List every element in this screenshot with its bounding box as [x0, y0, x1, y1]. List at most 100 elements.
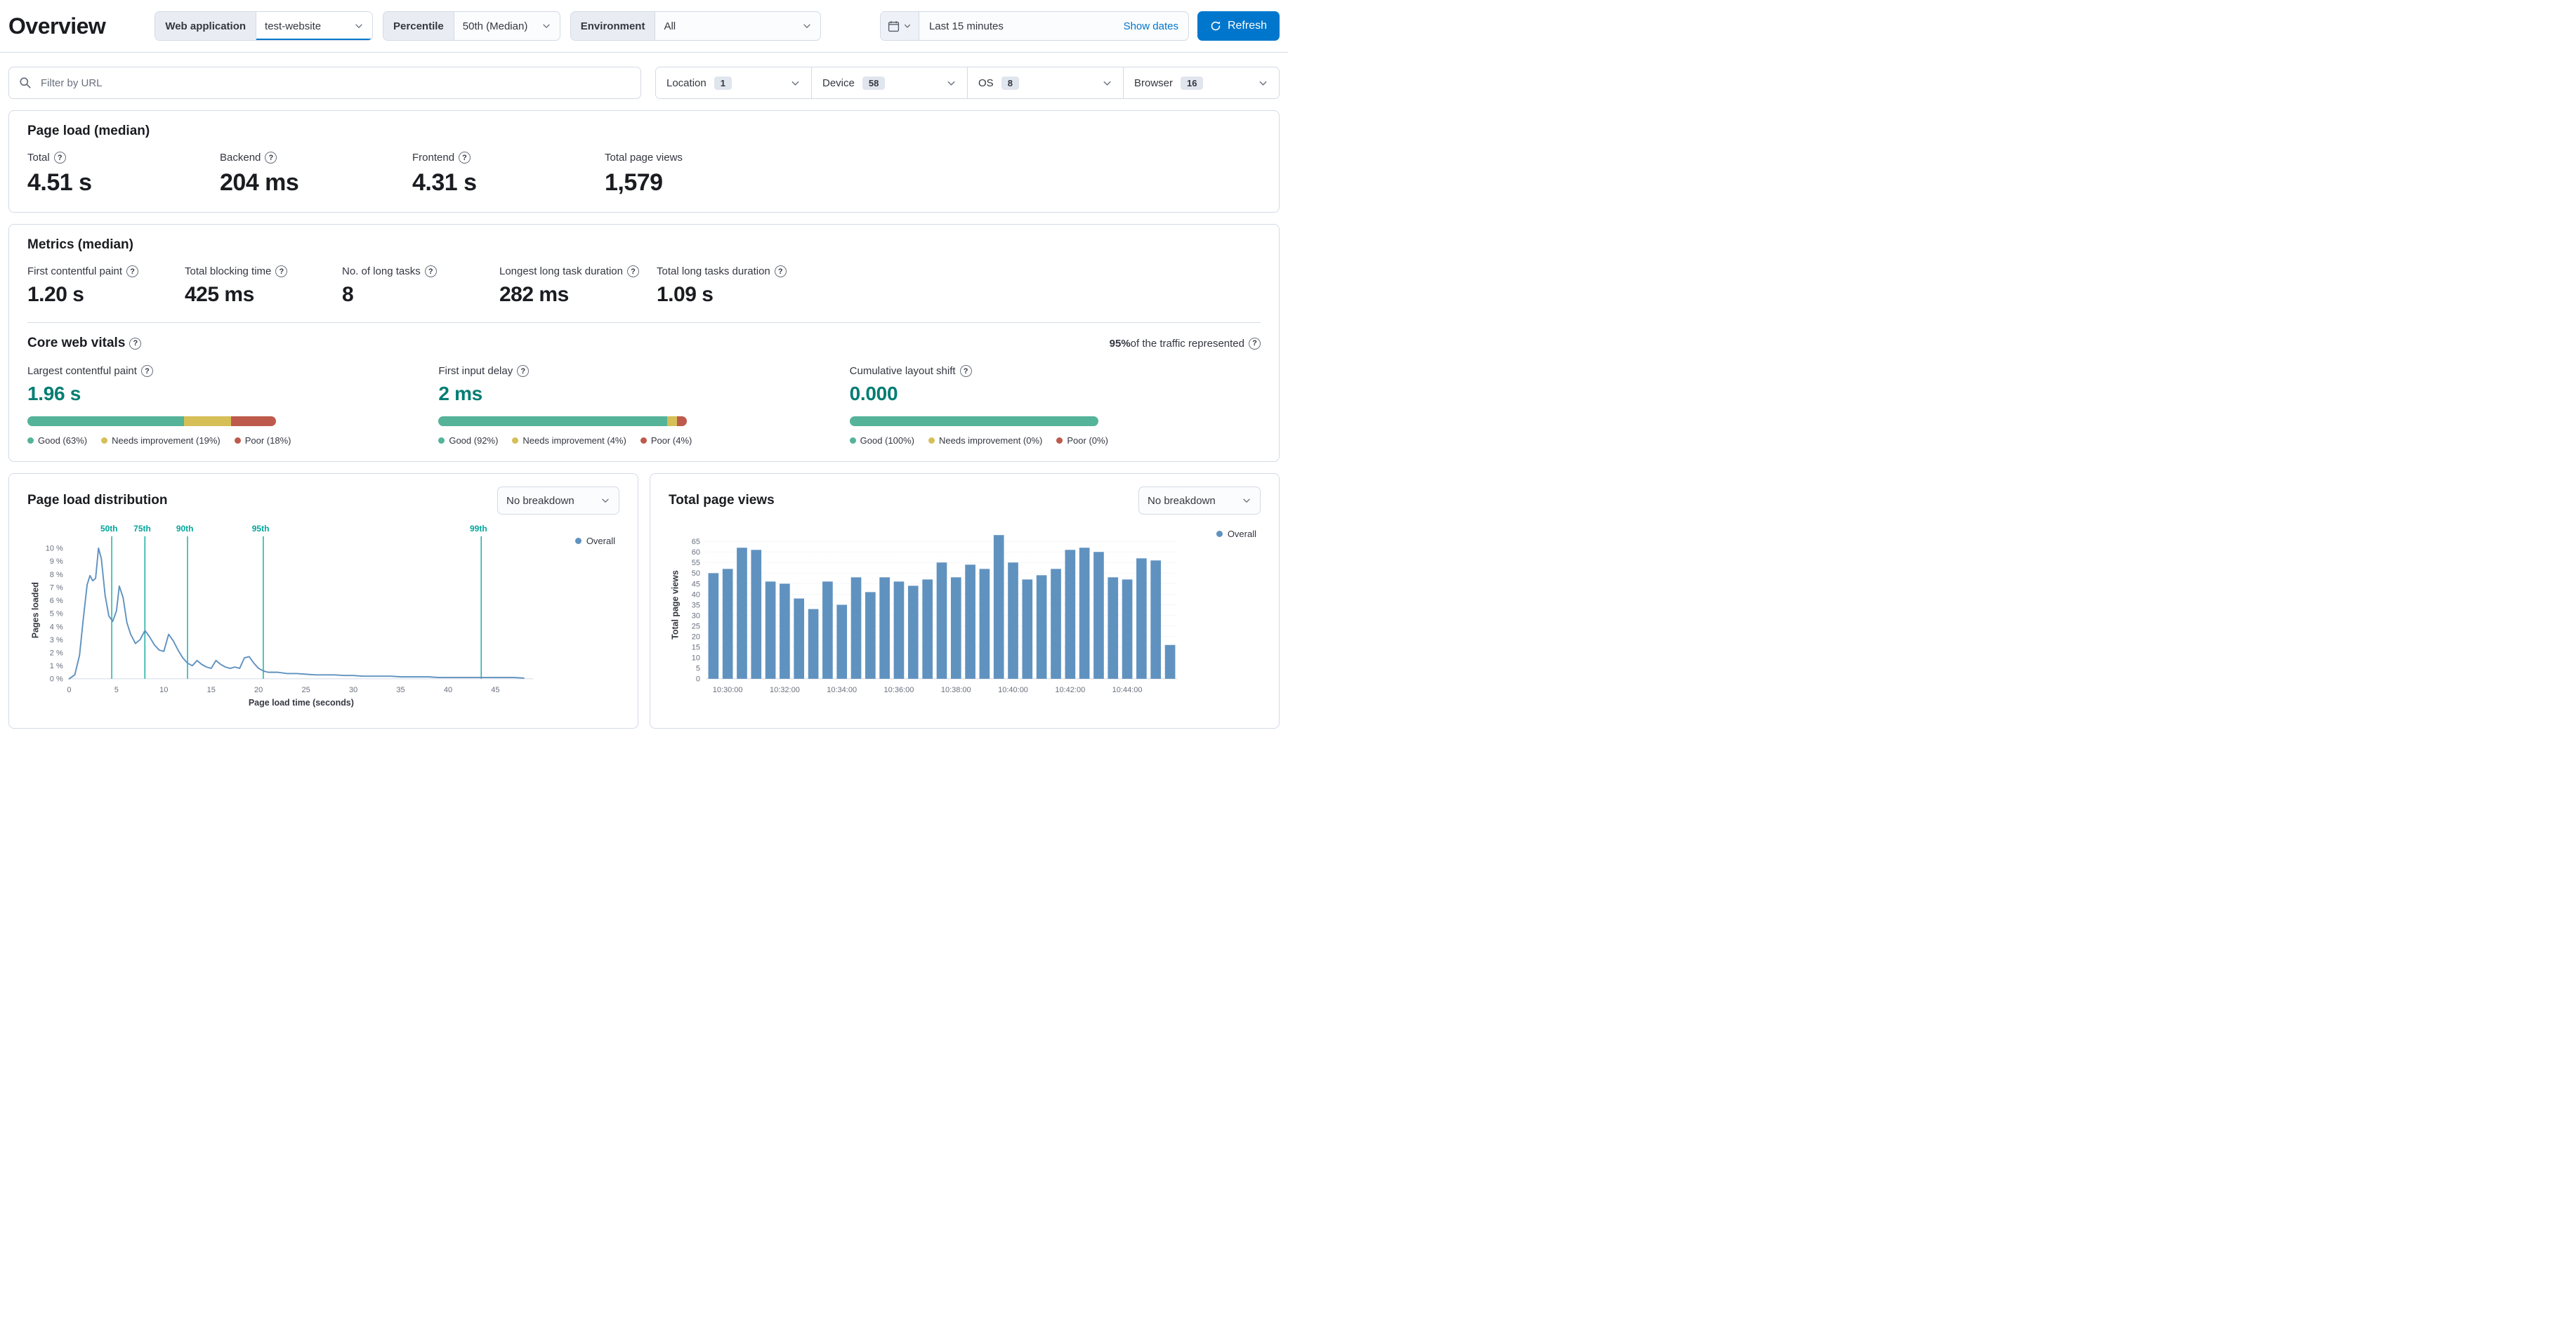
- legend-needs-improvement: Needs improvement (0%): [928, 435, 1042, 446]
- traffic-represented: 95% of the traffic represented: [1110, 337, 1261, 350]
- page-load-panel: Page load (median) Total 4.51 s Backend …: [8, 110, 1280, 213]
- environment-label: Environment: [570, 12, 656, 40]
- breakdown-value-text: No breakdown: [1148, 494, 1216, 507]
- chevron-down-icon: [1242, 496, 1251, 505]
- legend-poor: Poor (4%): [640, 435, 692, 446]
- chevron-down-icon: [946, 78, 957, 88]
- environment-select[interactable]: Environment All: [570, 11, 822, 41]
- info-icon[interactable]: [140, 365, 153, 377]
- url-search-box[interactable]: [8, 67, 641, 99]
- breakdown-select-page-load[interactable]: No breakdown: [497, 487, 619, 515]
- svg-text:5 %: 5 %: [50, 610, 63, 618]
- cwv-cls-bar: [849, 416, 1098, 426]
- info-icon[interactable]: [1249, 337, 1261, 350]
- legend-overall[interactable]: Overall: [1216, 529, 1256, 539]
- os-filter[interactable]: OS 8: [967, 67, 1123, 98]
- info-icon[interactable]: [517, 365, 530, 377]
- good-segment: [438, 416, 667, 426]
- stat-total-page-views-value: 1,579: [605, 169, 663, 196]
- refresh-button[interactable]: Refresh: [1197, 11, 1280, 41]
- info-icon[interactable]: [626, 265, 639, 277]
- device-filter-label: Device: [822, 77, 855, 89]
- stat-longest-task: Longest long task duration 282 ms: [499, 265, 657, 307]
- page-load-distribution-chart: 0 % 1 % 2 % 3 % 4 % 5 % 6 % 7 % 8 % 9 % 10 % 0 5 10 15…: [30, 524, 534, 708]
- overview-page: Overview Web application test-website Pe…: [0, 0, 1288, 746]
- environment-value-text: All: [664, 20, 676, 32]
- chart-head: Page load distribution No breakdown: [27, 487, 619, 515]
- poor-dot-icon: [1056, 437, 1063, 444]
- device-filter[interactable]: Device 58: [811, 67, 967, 98]
- svg-text:6 %: 6 %: [50, 597, 63, 605]
- stat-tbt-value: 425 ms: [185, 283, 254, 306]
- needs-improvement-dot-icon: [512, 437, 519, 444]
- browser-count-badge: 16: [1181, 76, 1204, 90]
- calendar-icon: [888, 20, 900, 32]
- chart-title: Page load distribution: [27, 493, 168, 508]
- chevron-down-icon: [1102, 78, 1112, 88]
- web-application-select[interactable]: Web application test-website: [155, 11, 374, 41]
- cwv-lcp-value: 1.96 s: [27, 383, 81, 404]
- needs-improvement-dot-icon: [101, 437, 108, 444]
- info-icon[interactable]: [265, 152, 277, 164]
- show-dates-link[interactable]: Show dates: [1124, 20, 1188, 32]
- metrics-cwv-divider: [27, 322, 1261, 323]
- legend-overall[interactable]: Overall: [574, 536, 615, 546]
- info-icon[interactable]: [424, 265, 437, 277]
- time-range-value[interactable]: Last 15 minutes: [919, 20, 1124, 32]
- svg-text:55: 55: [692, 559, 700, 567]
- info-icon[interactable]: [959, 365, 972, 377]
- search-icon: [19, 77, 32, 89]
- svg-text:25: 25: [692, 622, 700, 630]
- stat-tbt-label: Total blocking time: [185, 265, 342, 277]
- svg-text:7 %: 7 %: [50, 583, 63, 592]
- legend-good: Good (100%): [849, 435, 914, 446]
- poor-dot-icon: [640, 437, 647, 444]
- svg-text:0: 0: [67, 686, 71, 694]
- svg-text:5: 5: [114, 686, 119, 694]
- os-filter-label: OS: [978, 77, 994, 89]
- svg-text:65: 65: [692, 538, 700, 546]
- chevron-down-icon: [903, 22, 912, 30]
- percentile-label: Percentile: [383, 12, 454, 40]
- refresh-icon: [1210, 20, 1221, 32]
- stat-total-value: 4.51 s: [27, 169, 92, 196]
- svg-text:10:34:00: 10:34:00: [827, 686, 857, 694]
- browser-filter-label: Browser: [1134, 77, 1174, 89]
- info-icon[interactable]: [53, 152, 66, 164]
- stat-total-page-views: Total page views 1,579: [605, 152, 797, 197]
- legend-good: Good (63%): [27, 435, 87, 446]
- quick-select-button[interactable]: [880, 12, 919, 40]
- breakdown-select-page-views[interactable]: No breakdown: [1138, 487, 1261, 515]
- web-application-value-text: test-website: [265, 20, 322, 32]
- svg-text:0: 0: [696, 675, 700, 684]
- svg-text:10:36:00: 10:36:00: [884, 686, 914, 694]
- web-application-label: Web application: [155, 12, 257, 40]
- cwv-cls-legend: Good (100%) Needs improvement (0%) Poor …: [849, 435, 1261, 446]
- legend-needs-improvement: Needs improvement (4%): [512, 435, 626, 446]
- info-icon[interactable]: [126, 265, 139, 277]
- info-icon[interactable]: [129, 337, 142, 350]
- os-count-badge: 8: [1001, 76, 1019, 90]
- svg-text:Page load time (seconds): Page load time (seconds): [249, 698, 354, 708]
- search-input[interactable]: [39, 76, 631, 90]
- cwv-title: Core web vitals: [27, 336, 142, 351]
- percentile-select[interactable]: Percentile 50th (Median): [383, 11, 560, 41]
- stat-frontend-value: 4.31 s: [412, 169, 477, 196]
- browser-filter[interactable]: Browser 16: [1123, 67, 1279, 98]
- svg-text:Pages loaded: Pages loaded: [30, 582, 40, 638]
- stat-tbt: Total blocking time 425 ms: [185, 265, 342, 307]
- page-title: Overview: [8, 13, 106, 39]
- svg-text:10:38:00: 10:38:00: [941, 686, 971, 694]
- breakdown-value-text: No breakdown: [506, 494, 574, 507]
- info-icon[interactable]: [774, 265, 787, 277]
- info-icon[interactable]: [459, 152, 471, 164]
- svg-text:25: 25: [302, 686, 310, 694]
- location-filter[interactable]: Location 1: [656, 67, 811, 98]
- info-icon[interactable]: [275, 265, 288, 277]
- good-dot-icon: [438, 437, 445, 444]
- chevron-down-icon: [790, 78, 801, 88]
- poor-segment: [231, 416, 276, 426]
- needs-improvement-segment: [184, 416, 232, 426]
- traffic-text: of the traffic represented: [1130, 337, 1244, 350]
- good-dot-icon: [27, 437, 34, 444]
